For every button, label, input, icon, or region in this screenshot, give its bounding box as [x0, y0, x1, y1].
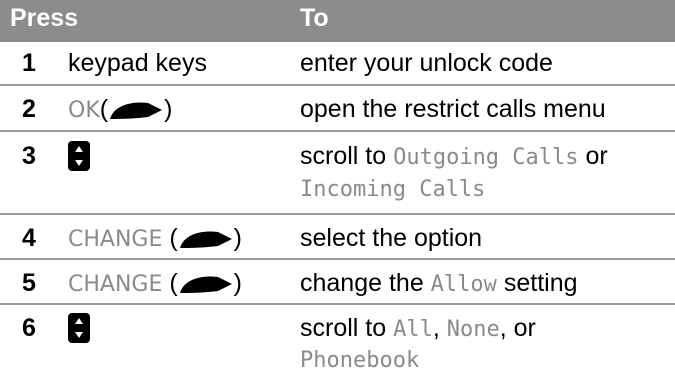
display-term: All: [393, 317, 433, 342]
press-key: CHANGE (): [68, 221, 242, 257]
softkey-label: OK: [68, 98, 100, 123]
row-divider: [0, 213, 675, 215]
step-number: 2: [22, 95, 36, 123]
step-number: 1: [22, 49, 36, 77]
display-term: Phonebook: [300, 348, 420, 373]
row-divider: [0, 303, 675, 305]
step-number: 3: [22, 142, 36, 170]
paren-open: (: [169, 224, 178, 252]
softkey-icon: [179, 276, 232, 294]
softkey-icon: [179, 231, 232, 249]
row-divider: [0, 130, 675, 132]
display-term: Allow: [430, 272, 497, 297]
to-prefix: change the: [300, 269, 431, 297]
display-term: Incoming Calls: [300, 177, 486, 202]
paren-open: (: [99, 95, 109, 123]
to-prefix: scroll to: [300, 142, 394, 170]
to-text: select the option: [300, 224, 483, 252]
to-text: change the Allow setting: [300, 266, 578, 302]
step-number: 6: [22, 314, 36, 342]
display-term: Outgoing Calls: [393, 145, 579, 170]
to-text: scroll to All, None, or: [300, 311, 536, 347]
step-number: 4: [22, 224, 36, 252]
table-header: Press To: [0, 0, 675, 42]
header-to: To: [300, 4, 329, 32]
softkey-label: CHANGE: [68, 227, 163, 252]
row-divider: [0, 84, 675, 86]
to-sep: , or: [499, 314, 536, 342]
to-suffix: setting: [496, 269, 578, 297]
to-text: open the restrict calls menu: [300, 95, 606, 123]
display-term: None: [446, 317, 500, 342]
press-key: CHANGE (): [68, 266, 242, 302]
to-text: enter your unlock code: [300, 49, 553, 77]
paren-close: ): [233, 224, 242, 252]
softkey-icon: [110, 102, 163, 120]
nav-key-icon: [68, 141, 90, 171]
row-divider: [0, 258, 675, 260]
paren-close: ): [233, 269, 242, 297]
paren-open: (: [169, 269, 178, 297]
press-text: keypad keys: [68, 49, 207, 77]
nav-key-icon: [68, 313, 90, 343]
step-number: 5: [22, 269, 36, 297]
to-text: scroll to Outgoing Calls or: [300, 139, 608, 175]
to-mid: or: [578, 142, 608, 170]
press-key: OK(): [68, 92, 172, 128]
softkey-label: CHANGE: [68, 272, 163, 297]
to-sep: ,: [432, 314, 447, 342]
to-prefix: scroll to: [300, 314, 394, 342]
header-press: Press: [10, 4, 79, 32]
paren-close: ): [164, 95, 173, 123]
